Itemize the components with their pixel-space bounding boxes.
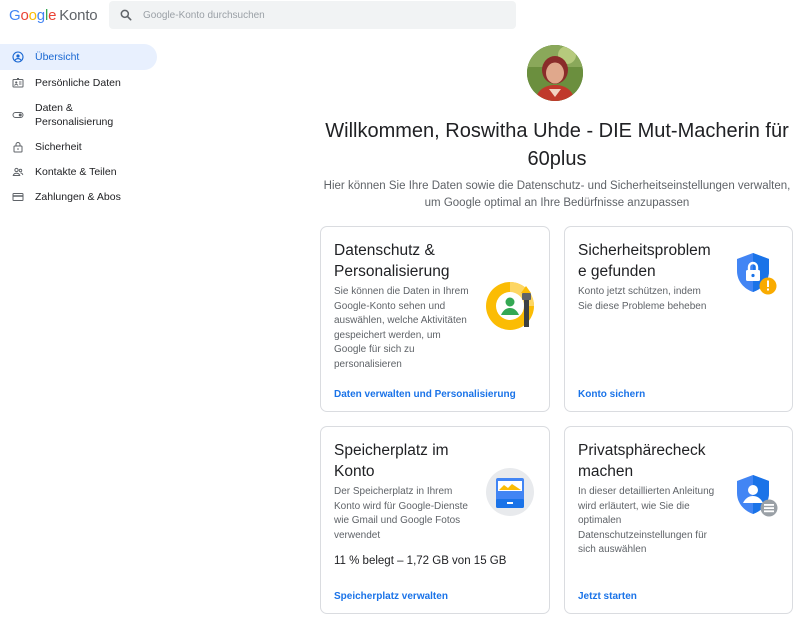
storage-illustration-icon <box>486 468 534 516</box>
welcome-heading: Willkommen, Roswitha Uhde - DIE Mut-Mach… <box>325 120 789 170</box>
google-wordmark: Google <box>9 7 57 24</box>
avatar[interactable] <box>527 45 583 101</box>
sidebar-item-label: Übersicht <box>35 51 80 63</box>
card-description: Der Speicherplatz in Ihrem Konto wird fü… <box>334 486 468 541</box>
security-shield-warning-icon <box>737 253 777 295</box>
card-speicherplatz[interactable]: Speicherplatz im Konto Der Speicherplatz… <box>320 426 550 614</box>
sidebar-item-sicherheit[interactable]: Sicherheit <box>0 134 157 159</box>
card-sicherheitsprobleme[interactable]: Sicherheitsproblem e gefunden Konto jetz… <box>564 226 793 412</box>
search-input[interactable] <box>143 9 483 21</box>
sidebar-item-kontakte-teilen[interactable]: Kontakte & Teilen <box>0 159 157 184</box>
start-checkup-link[interactable]: Jetzt starten <box>578 591 637 602</box>
account-circle-icon <box>12 51 24 63</box>
storage-usage-text: 11 % belegt – 1,72 GB von 15 GB <box>334 555 507 567</box>
personalization-illustration-icon <box>486 282 534 330</box>
sidebar-item-zahlungen-abos[interactable]: Zahlungen & Abos <box>0 184 157 209</box>
sidebar-item-label: Persönliche Daten <box>35 76 121 89</box>
sidebar-item-label: Daten & Personalisierung <box>35 101 114 128</box>
card-privatsphaerecheck[interactable]: Privatsphärecheck machen In dieser detai… <box>564 426 793 614</box>
card-datenschutz-personalisierung[interactable]: Datenschutz & Personalisierung Sie könne… <box>320 226 550 412</box>
secure-account-link[interactable]: Konto sichern <box>578 389 645 400</box>
sidebar-item-label: Zahlungen & Abos <box>35 190 121 203</box>
manage-data-link[interactable]: Daten verwalten und Personalisierung <box>334 389 516 400</box>
card-description: In dieser detaillierten Anleitung wird e… <box>578 486 715 555</box>
people-icon <box>12 166 24 178</box>
manage-storage-link[interactable]: Speicherplatz verwalten <box>334 591 448 602</box>
google-konto-logo[interactable]: Google Konto <box>9 7 98 24</box>
privacy-checkup-icon <box>737 475 778 517</box>
toggle-icon <box>12 109 24 121</box>
sidebar-item-daten-personalisierung[interactable]: Daten & Personalisierung <box>0 95 157 134</box>
card-description: Sie können die Daten in Ihrem Google-Kon… <box>334 286 469 370</box>
konto-label: Konto <box>59 7 98 24</box>
card-description: Konto jetzt schützen, indem Sie diese Pr… <box>578 286 707 312</box>
card-title: Datenschutz & Personalisierung <box>334 242 450 280</box>
sidebar-nav: Übersicht Persönliche Daten Daten & Pers… <box>0 44 157 209</box>
card-title: Speicherplatz im Konto <box>334 442 449 480</box>
sidebar-item-persoenliche-daten[interactable]: Persönliche Daten <box>0 70 157 95</box>
card-title: Privatsphärecheck machen <box>578 442 706 480</box>
sidebar-item-uebersicht[interactable]: Übersicht <box>0 44 157 70</box>
sidebar-item-label: Kontakte & Teilen <box>35 165 117 178</box>
search-bar[interactable] <box>109 1 516 29</box>
welcome-subtitle: Hier können Sie Ihre Daten sowie die Dat… <box>323 180 791 209</box>
sidebar-item-label: Sicherheit <box>35 140 82 153</box>
id-card-icon <box>12 77 24 89</box>
lock-icon <box>12 141 24 153</box>
credit-card-icon <box>12 191 24 203</box>
card-title: Sicherheitsproblem e gefunden <box>578 242 711 280</box>
search-icon[interactable] <box>119 8 133 22</box>
